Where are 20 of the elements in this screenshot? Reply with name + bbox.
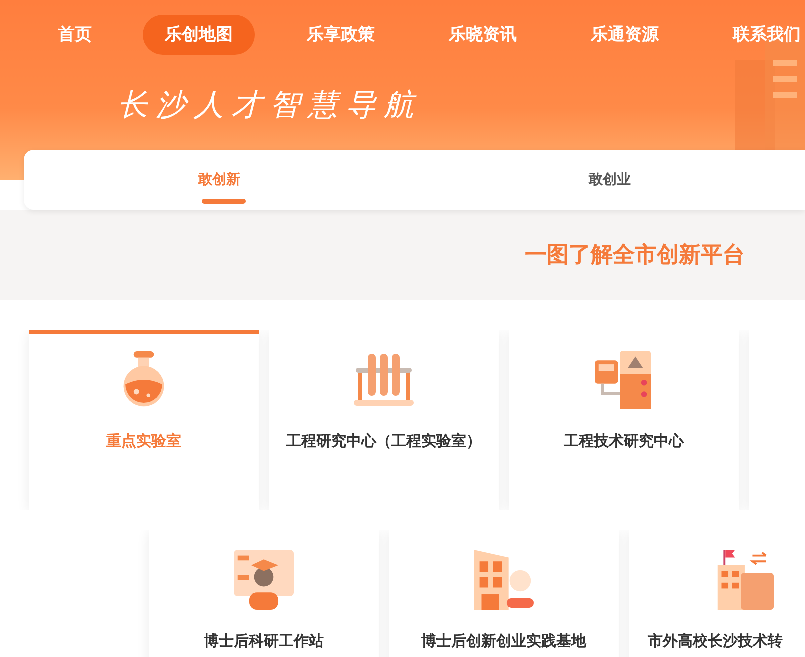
building-bulb-icon	[473, 550, 535, 610]
card-label: 博士后科研工作站	[204, 632, 324, 651]
nav-link[interactable]: 首页	[38, 15, 116, 55]
control-device-icon	[595, 350, 653, 410]
nav-link[interactable]: 联系我们	[696, 15, 805, 55]
card-label: 市外高校长沙技术转	[648, 632, 783, 651]
card-label: 工程技术研究中心	[564, 432, 684, 451]
banner-title: 长沙人才智慧导航	[118, 87, 423, 125]
card-label: 重点实验室	[106, 432, 182, 451]
nav-link[interactable]: 乐通资源	[554, 15, 696, 55]
tab[interactable]: 敢创新	[24, 150, 414, 210]
nav-link[interactable]: 乐晓资讯	[412, 15, 554, 55]
map-headline: 一图了解全市创新平台	[525, 242, 745, 270]
graduate-icon	[234, 550, 294, 610]
nav-link[interactable]: 乐享政策	[270, 15, 412, 55]
platform-card[interactable]: 重点实验室	[29, 330, 259, 510]
nav-link[interactable]: 乐创地图	[143, 15, 255, 55]
card-label: 博士后创新创业实践基地	[422, 632, 586, 651]
tab[interactable]: 敢创业	[414, 150, 805, 210]
card-label: 工程研究中心（工程实验室）	[286, 432, 482, 451]
